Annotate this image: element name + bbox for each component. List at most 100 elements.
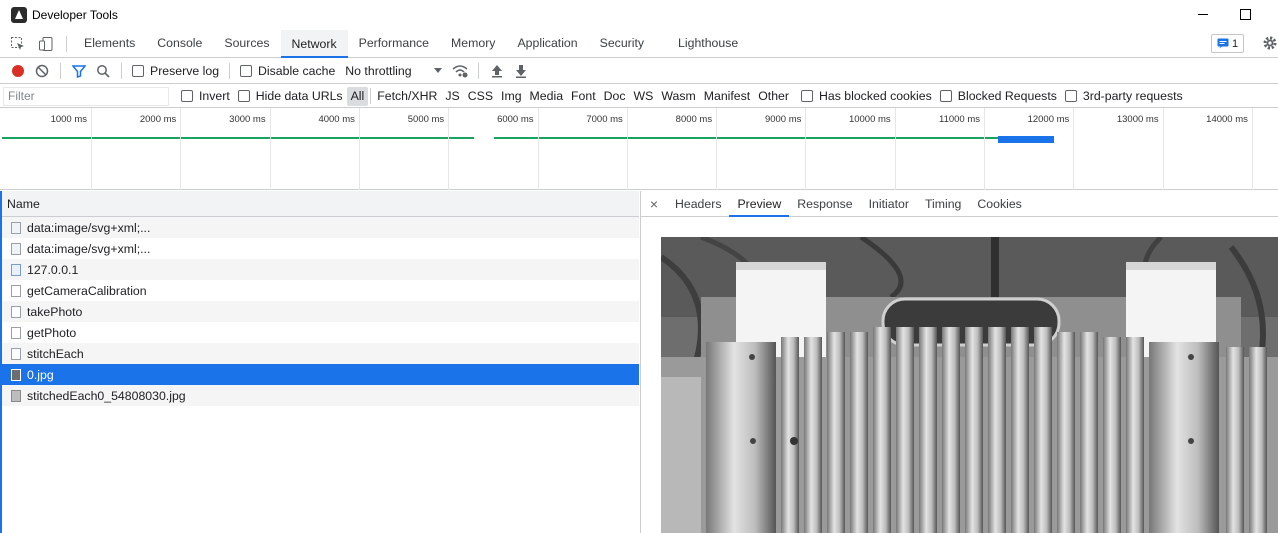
has-blocked-cookies-label: Has blocked cookies bbox=[818, 89, 932, 103]
request-row[interactable]: getPhoto bbox=[2, 322, 639, 343]
search-icon[interactable] bbox=[91, 59, 115, 83]
filter-type-css[interactable]: CSS bbox=[464, 87, 497, 106]
request-row[interactable]: 0.jpg bbox=[2, 364, 639, 385]
filter-type-js[interactable]: JS bbox=[441, 87, 463, 106]
details-tab-headers[interactable]: Headers bbox=[667, 191, 729, 217]
filter-type-img[interactable]: Img bbox=[497, 87, 526, 106]
filter-type-wasm[interactable]: Wasm bbox=[657, 87, 699, 106]
inspect-element-icon[interactable] bbox=[4, 31, 32, 57]
network-conditions-icon[interactable] bbox=[448, 59, 472, 83]
tab-network[interactable]: Network bbox=[280, 29, 348, 58]
request-row[interactable]: 127.0.0.1 bbox=[2, 259, 639, 280]
details-tab-preview[interactable]: Preview bbox=[729, 191, 790, 217]
request-row[interactable]: takePhoto bbox=[2, 301, 639, 322]
timeline-tick-label: 14000 ms bbox=[1206, 114, 1248, 125]
checkbox-box[interactable] bbox=[132, 64, 144, 77]
request-name: stitchedEach0_54808030.jpg bbox=[27, 388, 186, 403]
has-blocked-cookies-checkbox[interactable]: Has blocked cookies bbox=[797, 84, 936, 108]
hide-data-urls-checkbox[interactable]: Hide data URLs bbox=[234, 84, 347, 108]
import-har-icon[interactable] bbox=[485, 59, 509, 83]
device-toolbar-icon[interactable] bbox=[32, 31, 60, 57]
checkbox-box[interactable] bbox=[800, 90, 813, 102]
divider bbox=[370, 88, 372, 104]
invert-checkbox[interactable]: Invert bbox=[177, 84, 234, 108]
document-file-icon bbox=[11, 263, 21, 276]
filter-type-all[interactable]: All bbox=[346, 86, 369, 106]
timeline-gridline bbox=[269, 108, 271, 190]
details-tab-cookies[interactable]: Cookies bbox=[969, 191, 1029, 217]
close-icon[interactable]: × bbox=[641, 191, 667, 217]
file-icon bbox=[11, 284, 21, 297]
divider bbox=[66, 35, 67, 52]
checkbox-box[interactable] bbox=[939, 90, 952, 102]
preserve-log-checkbox[interactable]: Preserve log bbox=[128, 59, 223, 83]
filter-type-media[interactable]: Media bbox=[526, 87, 568, 106]
checkbox-box[interactable] bbox=[1064, 90, 1077, 102]
details-tab-response[interactable]: Response bbox=[789, 191, 860, 217]
timeline-tick-label: 4000 ms bbox=[318, 114, 355, 125]
timeline-tick-label: 5000 ms bbox=[407, 114, 445, 125]
name-column-header[interactable]: Name bbox=[2, 191, 639, 217]
timeline-gridline bbox=[180, 108, 182, 190]
checkbox-box[interactable] bbox=[240, 64, 253, 77]
request-name: data:image/svg+xml;... bbox=[27, 220, 151, 235]
request-timeline-bar bbox=[2, 137, 474, 139]
request-row[interactable]: stitchEach bbox=[2, 343, 639, 364]
tab-performance[interactable]: Performance bbox=[348, 30, 440, 57]
throttling-select[interactable]: No throttling bbox=[339, 64, 447, 78]
filter-type-fetch-xhr[interactable]: Fetch/XHR bbox=[373, 87, 441, 106]
third-party-requests-checkbox[interactable]: 3rd-party requests bbox=[1061, 84, 1187, 108]
network-overview-timeline[interactable]: 1000 ms 2000 ms 3000 ms 4000 ms 5000 ms 6000 … bbox=[0, 108, 1278, 190]
timeline-tick-label: 9000 ms bbox=[764, 114, 802, 125]
checkbox-box[interactable] bbox=[237, 90, 250, 102]
request-rows: data:image/svg+xml;... data:image/svg+xml… bbox=[2, 217, 639, 406]
tab-elements[interactable]: Elements bbox=[73, 30, 146, 57]
issues-badge[interactable]: 1 bbox=[1211, 34, 1244, 53]
request-row[interactable]: data:image/svg+xml;... bbox=[2, 238, 639, 259]
gear-icon[interactable] bbox=[1262, 35, 1278, 54]
file-icon bbox=[11, 305, 21, 318]
timeline-tick-label: 7000 ms bbox=[586, 114, 623, 125]
tab-lighthouse[interactable]: Lighthouse bbox=[667, 30, 749, 57]
tab-application[interactable]: Application bbox=[506, 30, 588, 57]
request-name: getCameraCalibration bbox=[27, 283, 147, 298]
maximize-button[interactable] bbox=[1238, 6, 1254, 22]
name-header-label: Name bbox=[7, 196, 40, 211]
blocked-requests-checkbox[interactable]: Blocked Requests bbox=[936, 84, 1061, 108]
filter-type-ws[interactable]: WS bbox=[630, 87, 658, 106]
tab-console[interactable]: Console bbox=[146, 30, 213, 57]
timeline-tick-label: 1000 ms bbox=[50, 114, 87, 125]
request-name: takePhoto bbox=[27, 304, 83, 319]
record-icon[interactable] bbox=[6, 59, 30, 83]
minimize-button[interactable] bbox=[1196, 6, 1212, 22]
timeline-tick-label: 8000 ms bbox=[675, 114, 713, 125]
tab-sources[interactable]: Sources bbox=[213, 30, 280, 57]
image-preview bbox=[661, 237, 1278, 533]
details-tab-timing[interactable]: Timing bbox=[917, 191, 969, 217]
filter-bar: Invert Hide data URLs AllFetch/XHRJSCSSI… bbox=[0, 85, 1278, 108]
request-name: stitchEach bbox=[27, 346, 84, 361]
filter-type-font[interactable]: Font bbox=[567, 87, 600, 106]
checkbox-box[interactable] bbox=[181, 90, 193, 102]
timeline-tick-label: 10000 ms bbox=[848, 114, 891, 125]
disable-cache-label: Disable cache bbox=[258, 63, 336, 78]
filter-icon[interactable] bbox=[67, 59, 91, 83]
request-name: getPhoto bbox=[27, 325, 77, 340]
filter-type-manifest[interactable]: Manifest bbox=[700, 87, 754, 106]
tab-security[interactable]: Security bbox=[589, 30, 655, 57]
request-row[interactable]: stitchedEach0_54808030.jpg bbox=[2, 385, 639, 406]
export-har-icon[interactable] bbox=[509, 59, 533, 83]
filter-type-doc[interactable]: Doc bbox=[600, 87, 630, 106]
disable-cache-checkbox[interactable]: Disable cache bbox=[236, 59, 339, 83]
details-tab-initiator[interactable]: Initiator bbox=[861, 191, 917, 217]
clear-icon[interactable] bbox=[30, 59, 54, 83]
filter-type-other[interactable]: Other bbox=[754, 87, 793, 106]
tab-memory[interactable]: Memory bbox=[440, 30, 506, 57]
request-row[interactable]: getCameraCalibration bbox=[2, 280, 639, 301]
request-row[interactable]: data:image/svg+xml;... bbox=[2, 217, 639, 238]
network-toolbar: Preserve log Disable cache No throttling bbox=[0, 58, 1278, 84]
hide-data-urls-label: Hide data URLs bbox=[255, 89, 343, 103]
request-details-panel: × Headers Preview Response Initiator Timing C… bbox=[640, 191, 1278, 533]
divider bbox=[60, 62, 61, 79]
filter-input[interactable] bbox=[3, 86, 169, 106]
